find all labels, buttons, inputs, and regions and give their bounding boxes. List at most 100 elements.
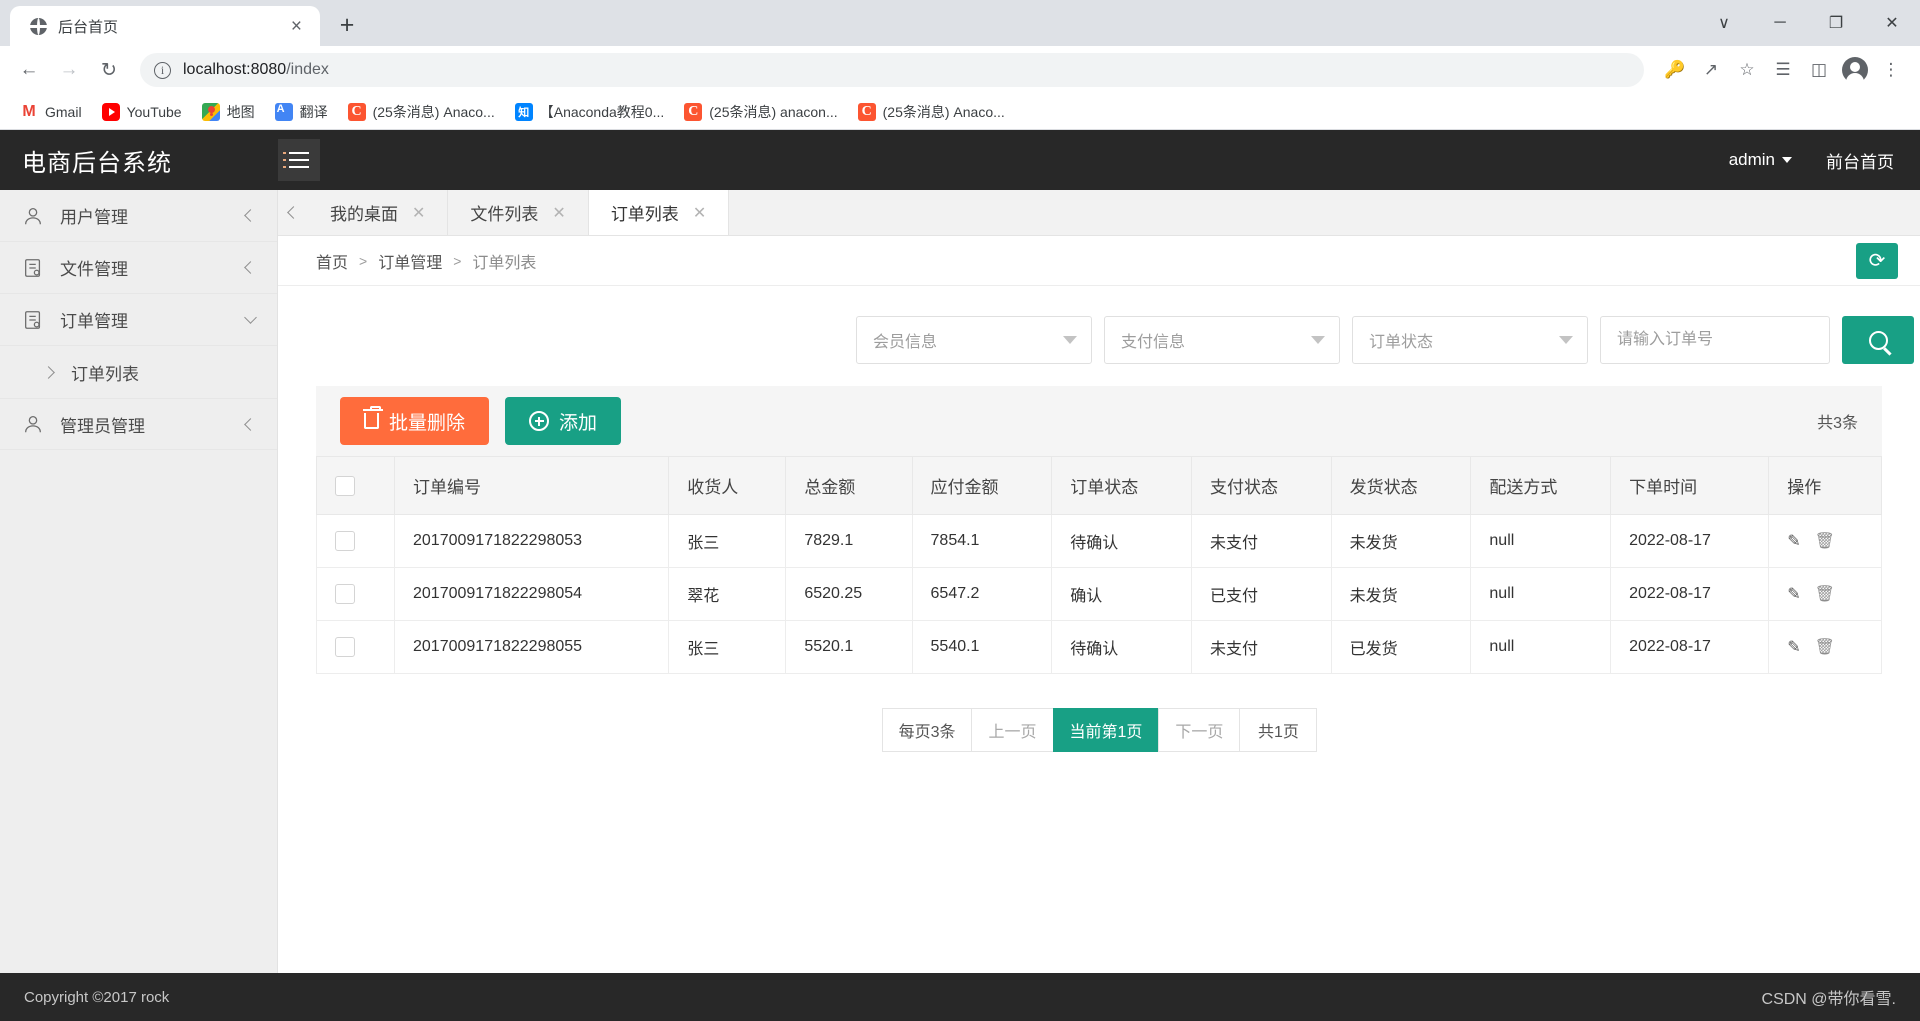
next-page-button[interactable]: 下一页	[1158, 708, 1241, 752]
column-order-status: 订单状态	[1051, 456, 1192, 515]
bookmark-csdn-2[interactable]: C (25条消息) anacon...	[676, 98, 845, 126]
member-info-select[interactable]: 会员信息	[856, 316, 1092, 364]
chevron-right-icon	[42, 365, 55, 379]
breadcrumb-separator: >	[453, 252, 462, 269]
close-icon[interactable]: ✕	[412, 203, 425, 223]
bookmark-csdn-3[interactable]: C (25条消息) Anaco...	[850, 98, 1013, 126]
cell-order-no: 2017009171822298055	[393, 620, 670, 674]
prev-page-button[interactable]: 上一页	[971, 708, 1054, 752]
sidebar-item-admins[interactable]: 管理员管理	[0, 398, 277, 450]
profile-icon[interactable]	[1838, 53, 1872, 87]
column-pay-status: 支付状态	[1190, 456, 1332, 515]
column-ship-status: 发货状态	[1330, 456, 1472, 515]
column-created: 下单时间	[1610, 456, 1770, 515]
breadcrumb: 首页 > 订单管理 > 订单列表 ⟳	[278, 236, 1920, 286]
column-total: 总金额	[785, 456, 913, 515]
gmail-icon: M	[22, 102, 36, 120]
refresh-button[interactable]: ⟳	[1856, 243, 1898, 279]
table-row[interactable]: 2017009171822298055 张三 5520.1 5540.1 待确认…	[316, 620, 1882, 674]
bookmark-translate[interactable]: 翻译	[267, 98, 336, 126]
search-button[interactable]	[1842, 316, 1914, 364]
bookmark-label: 翻译	[299, 103, 328, 120]
close-window-icon[interactable]: ✕	[1864, 0, 1920, 46]
row-select-cell	[316, 567, 395, 621]
bookmark-youtube[interactable]: YouTube	[94, 99, 190, 125]
maximize-icon[interactable]: ❐	[1808, 0, 1864, 46]
breadcrumb-orders[interactable]: 订单管理	[378, 249, 442, 273]
bookmark-maps[interactable]: 地图	[194, 98, 263, 126]
sidebar-item-orders[interactable]: 订单管理	[0, 294, 277, 346]
tab-order-list[interactable]: 订单列表 ✕	[588, 190, 730, 235]
add-button[interactable]: 添加	[505, 397, 622, 445]
row-checkbox[interactable]	[335, 637, 355, 657]
delete-icon[interactable]: 🗑	[1815, 584, 1835, 604]
cell-delivery: null	[1470, 567, 1612, 621]
front-site-link[interactable]: 前台首页	[1826, 148, 1894, 173]
batch-delete-button[interactable]: 批量删除	[340, 397, 490, 445]
cell-delivery: null	[1470, 514, 1612, 568]
forward-icon[interactable]: →	[52, 53, 86, 87]
key-icon[interactable]: 🔑	[1658, 53, 1692, 87]
window-controls: ∨ ─ ❐ ✕	[1696, 0, 1920, 46]
table-row[interactable]: 2017009171822298053 张三 7829.1 7854.1 待确认…	[316, 514, 1882, 568]
tab-my-desktop[interactable]: 我的桌面 ✕	[308, 190, 449, 235]
delete-icon[interactable]: 🗑	[1815, 531, 1835, 551]
payment-info-select[interactable]: 支付信息	[1104, 316, 1340, 364]
browser-tabstrip: 后台首页 × + ∨ ─ ❐ ✕	[0, 0, 1920, 46]
table-row[interactable]: 2017009171822298054 翠花 6520.25 6547.2 确认…	[316, 567, 1882, 621]
tab-file-list[interactable]: 文件列表 ✕	[448, 190, 589, 235]
tab-search-icon[interactable]: ∨	[1696, 0, 1752, 46]
select-all-header	[316, 456, 395, 515]
user-menu[interactable]: admin	[1729, 150, 1792, 170]
sidebar-item-files[interactable]: 文件管理	[0, 242, 277, 294]
sidebar-item-users[interactable]: 用户管理	[0, 190, 277, 242]
reading-list-icon[interactable]: ☰	[1766, 53, 1800, 87]
file-icon	[22, 309, 44, 331]
row-checkbox[interactable]	[335, 531, 355, 551]
sidebar-subitem-order-list[interactable]: 订单列表	[0, 346, 277, 398]
order-no-search-input[interactable]	[1600, 316, 1830, 364]
cell-order-status: 待确认	[1051, 620, 1192, 674]
address-bar[interactable]: i localhost:8080/index	[140, 53, 1644, 87]
minimize-icon[interactable]: ─	[1752, 0, 1808, 46]
share-icon[interactable]: ↗	[1694, 53, 1728, 87]
order-status-select[interactable]: 订单状态	[1352, 316, 1588, 364]
plus-circle-icon	[529, 411, 550, 431]
delete-icon[interactable]: 🗑	[1815, 637, 1835, 657]
info-icon[interactable]: i	[154, 61, 171, 79]
bookmark-label: 地图	[226, 103, 255, 120]
main-panel: 会员信息 支付信息 订单状态 请输入订单号 批量删除 添加 共3条 订单编号 收…	[278, 286, 1920, 973]
star-icon[interactable]: ☆	[1730, 53, 1764, 87]
reload-icon[interactable]: ↻	[92, 53, 126, 87]
csdn-icon: C	[857, 102, 876, 121]
page-tabbar: 我的桌面 ✕ 文件列表 ✕ 订单列表 ✕	[278, 190, 1920, 236]
close-icon[interactable]: ✕	[552, 203, 565, 223]
back-icon[interactable]: ←	[12, 53, 46, 87]
page-size-button[interactable]: 每页3条	[881, 708, 973, 752]
total-pages-label: 共1页	[1239, 708, 1318, 752]
close-icon[interactable]: ✕	[693, 203, 706, 223]
tabbar-scroll-left[interactable]	[278, 190, 308, 235]
menu-toggle-icon[interactable]	[278, 139, 320, 181]
new-tab-button[interactable]: +	[330, 8, 364, 42]
sidebar-item-label: 管理员管理	[60, 416, 145, 436]
browser-tab[interactable]: 后台首页 ×	[10, 6, 320, 46]
row-checkbox[interactable]	[335, 584, 355, 604]
breadcrumb-home[interactable]: 首页	[316, 249, 348, 273]
bookmark-gmail[interactable]: M Gmail	[12, 99, 90, 125]
table-head: 订单编号 收货人 总金额 应付金额 订单状态 支付状态 发货状态 配送方式 下单…	[316, 456, 1882, 515]
bookmark-csdn-1[interactable]: C (25条消息) Anaco...	[340, 98, 503, 126]
side-panel-icon[interactable]: ◫	[1802, 53, 1836, 87]
bookmark-zhihu[interactable]: 知 【Anaconda教程0...	[507, 98, 673, 126]
tab-label: 我的桌面	[330, 205, 398, 224]
edit-icon[interactable]: ✎	[1787, 531, 1800, 551]
edit-icon[interactable]: ✎	[1787, 637, 1800, 657]
address-host: localhost:8080	[183, 61, 287, 78]
close-icon[interactable]: ×	[285, 15, 308, 38]
refresh-icon: ⟳	[1868, 250, 1886, 272]
select-all-checkbox[interactable]	[335, 475, 355, 496]
edit-icon[interactable]: ✎	[1787, 584, 1800, 604]
user-icon	[22, 413, 44, 435]
current-page-indicator[interactable]: 当前第1页	[1052, 708, 1160, 752]
menu-icon[interactable]: ⋮	[1874, 53, 1908, 87]
